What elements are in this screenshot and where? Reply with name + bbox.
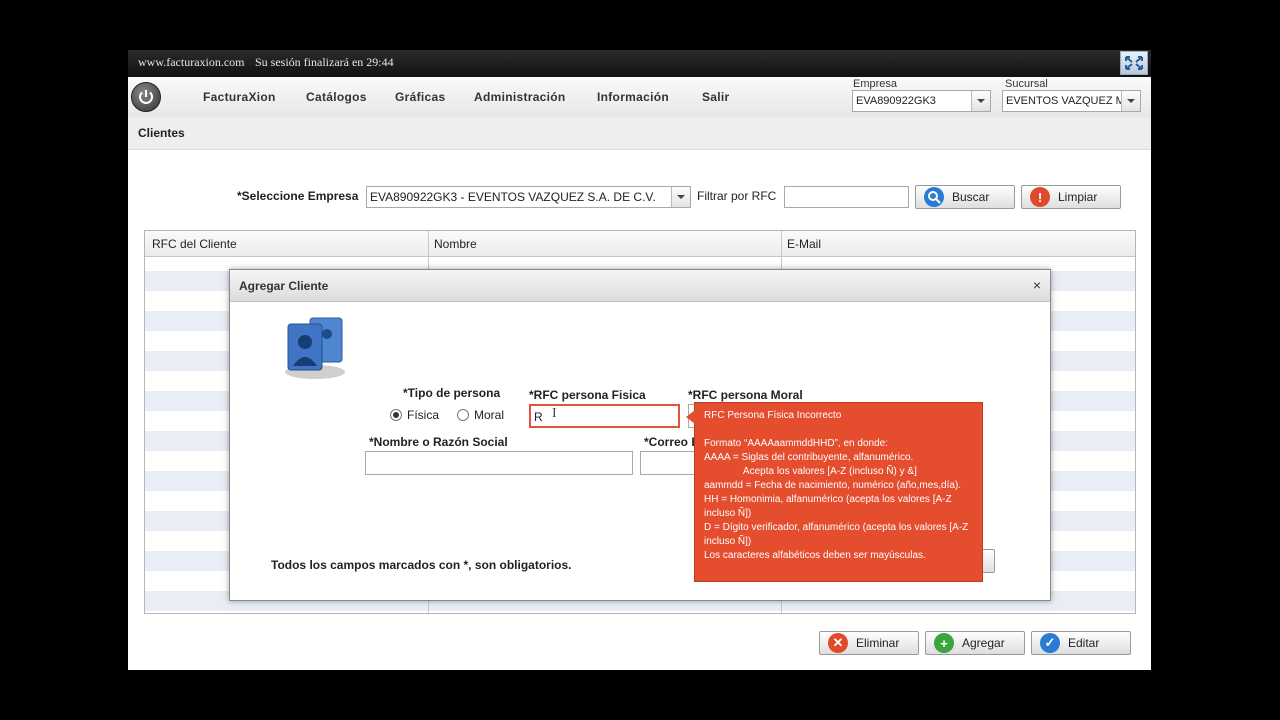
tooltip-line: Los caracteres alfabéticos deben ser may… — [704, 550, 926, 561]
empresa-header-value: EVA890922GK3 — [856, 95, 936, 107]
column-nombre[interactable]: Nombre — [434, 237, 477, 251]
section-header: Clientes — [128, 117, 1151, 150]
radio-fisica[interactable] — [390, 409, 402, 421]
dialog-title: Agregar Cliente — [239, 279, 329, 293]
dialog-header: Agregar Cliente × — [230, 270, 1050, 302]
editar-label: Editar — [1068, 636, 1100, 650]
fisica-label[interactable]: Física — [407, 408, 439, 422]
editar-button[interactable]: ✓ Editar — [1031, 631, 1131, 655]
chevron-down-icon[interactable] — [971, 91, 990, 111]
agregar-button[interactable]: + Agregar — [925, 631, 1025, 655]
expand-icon — [1125, 56, 1143, 70]
fullscreen-button[interactable] — [1120, 51, 1148, 75]
tooltip-line: Acepta los valores [A-Z (incluso Ñ) y &] — [704, 466, 917, 477]
tooltip-title: RFC Persona Física Incorrecto — [704, 410, 842, 421]
empresa-header-select[interactable]: EVA890922GK3 — [852, 90, 991, 112]
seleccione-empresa-label: *Seleccione Empresa — [237, 189, 359, 203]
filtrar-rfc-label: Filtrar por RFC — [697, 189, 777, 203]
users-icon — [285, 317, 345, 379]
sucursal-header-select[interactable]: EVENTOS VAZQUEZ M — [1002, 90, 1141, 112]
rfc-moral-label: *RFC persona Moral — [688, 388, 803, 402]
nav-graficas[interactable]: Gráficas — [395, 90, 445, 104]
nombre-input[interactable] — [365, 451, 633, 475]
site-url[interactable]: www.facturaxion.com — [138, 55, 245, 70]
tooltip-line: Formato “AAAAaammddHHD”, en donde: — [704, 438, 888, 449]
search-icon — [924, 187, 944, 207]
moral-label[interactable]: Moral — [474, 408, 504, 422]
empresa-header-label: Empresa — [853, 78, 898, 90]
eliminar-button[interactable]: ✕ Eliminar — [819, 631, 919, 655]
buscar-label: Buscar — [952, 190, 990, 204]
nav-catalogos[interactable]: Catálogos — [306, 90, 367, 104]
column-email[interactable]: E-Mail — [787, 237, 821, 251]
check-icon: ✓ — [1040, 633, 1060, 653]
nav-facturaxion[interactable]: FacturaXion — [203, 90, 276, 104]
tipo-persona-label: *Tipo de persona — [403, 386, 501, 400]
correo-label: *Correo E — [644, 435, 700, 449]
sucursal-header-value: EVENTOS VAZQUEZ M — [1006, 95, 1122, 107]
required-note: Todos los campos marcados con *, son obl… — [271, 558, 572, 572]
nombre-label: *Nombre o Razón Social — [369, 435, 508, 449]
radio-moral[interactable] — [457, 409, 469, 421]
app-window: www.facturaxion.com Su sesión finalizará… — [128, 50, 1151, 670]
add-icon: + — [934, 633, 954, 653]
main-navbar: FacturaXion Catálogos Gráficas Administr… — [128, 77, 1151, 118]
alert-icon: ! — [1030, 187, 1050, 207]
rfc-fisica-label: *RFC persona Fisica — [529, 388, 646, 402]
close-icon[interactable]: × — [1033, 277, 1041, 293]
nav-informacion[interactable]: Información — [597, 90, 669, 104]
tooltip-line: AAAA = Siglas del contribuyente, alfanum… — [704, 452, 914, 463]
rfc-error-tooltip: RFC Persona Física Incorrecto Formato “A… — [686, 402, 983, 582]
tooltip-line: D = Dígito verificador, alfanumérico (ac… — [704, 522, 972, 547]
buscar-button[interactable]: Buscar — [915, 185, 1015, 209]
page-title: Clientes — [138, 126, 185, 140]
session-timer: Su sesión finalizará en 29:44 — [255, 55, 394, 69]
nav-administracion[interactable]: Administración — [474, 90, 566, 104]
sucursal-header-label: Sucursal — [1005, 78, 1048, 90]
agregar-label: Agregar — [962, 636, 1005, 650]
chevron-down-icon[interactable] — [1121, 91, 1140, 111]
power-button[interactable] — [131, 82, 161, 112]
power-icon — [139, 90, 153, 104]
nav-salir[interactable]: Salir — [702, 90, 730, 104]
limpiar-label: Limpiar — [1058, 190, 1098, 204]
column-rfc[interactable]: RFC del Cliente — [152, 237, 237, 251]
table-header: RFC del Cliente Nombre E-Mail — [145, 231, 1135, 257]
limpiar-button[interactable]: ! Limpiar — [1021, 185, 1121, 209]
text-cursor-icon: I — [552, 406, 557, 421]
delete-icon: ✕ — [828, 633, 848, 653]
rfc-filter-input[interactable] — [784, 186, 909, 208]
empresa-select[interactable]: EVA890922GK3 - EVENTOS VAZQUEZ S.A. DE C… — [366, 186, 691, 208]
eliminar-label: Eliminar — [856, 636, 900, 650]
chevron-down-icon[interactable] — [671, 187, 690, 207]
empresa-select-value: EVA890922GK3 - EVENTOS VAZQUEZ S.A. DE C… — [370, 190, 656, 204]
top-bar: www.facturaxion.com Su sesión finalizará… — [128, 50, 1151, 77]
tooltip-line: aammdd = Fecha de nacimiento, numérico (… — [704, 480, 962, 491]
tooltip-line: HH = Homonimia, alfanumérico (acepta los… — [704, 494, 955, 519]
